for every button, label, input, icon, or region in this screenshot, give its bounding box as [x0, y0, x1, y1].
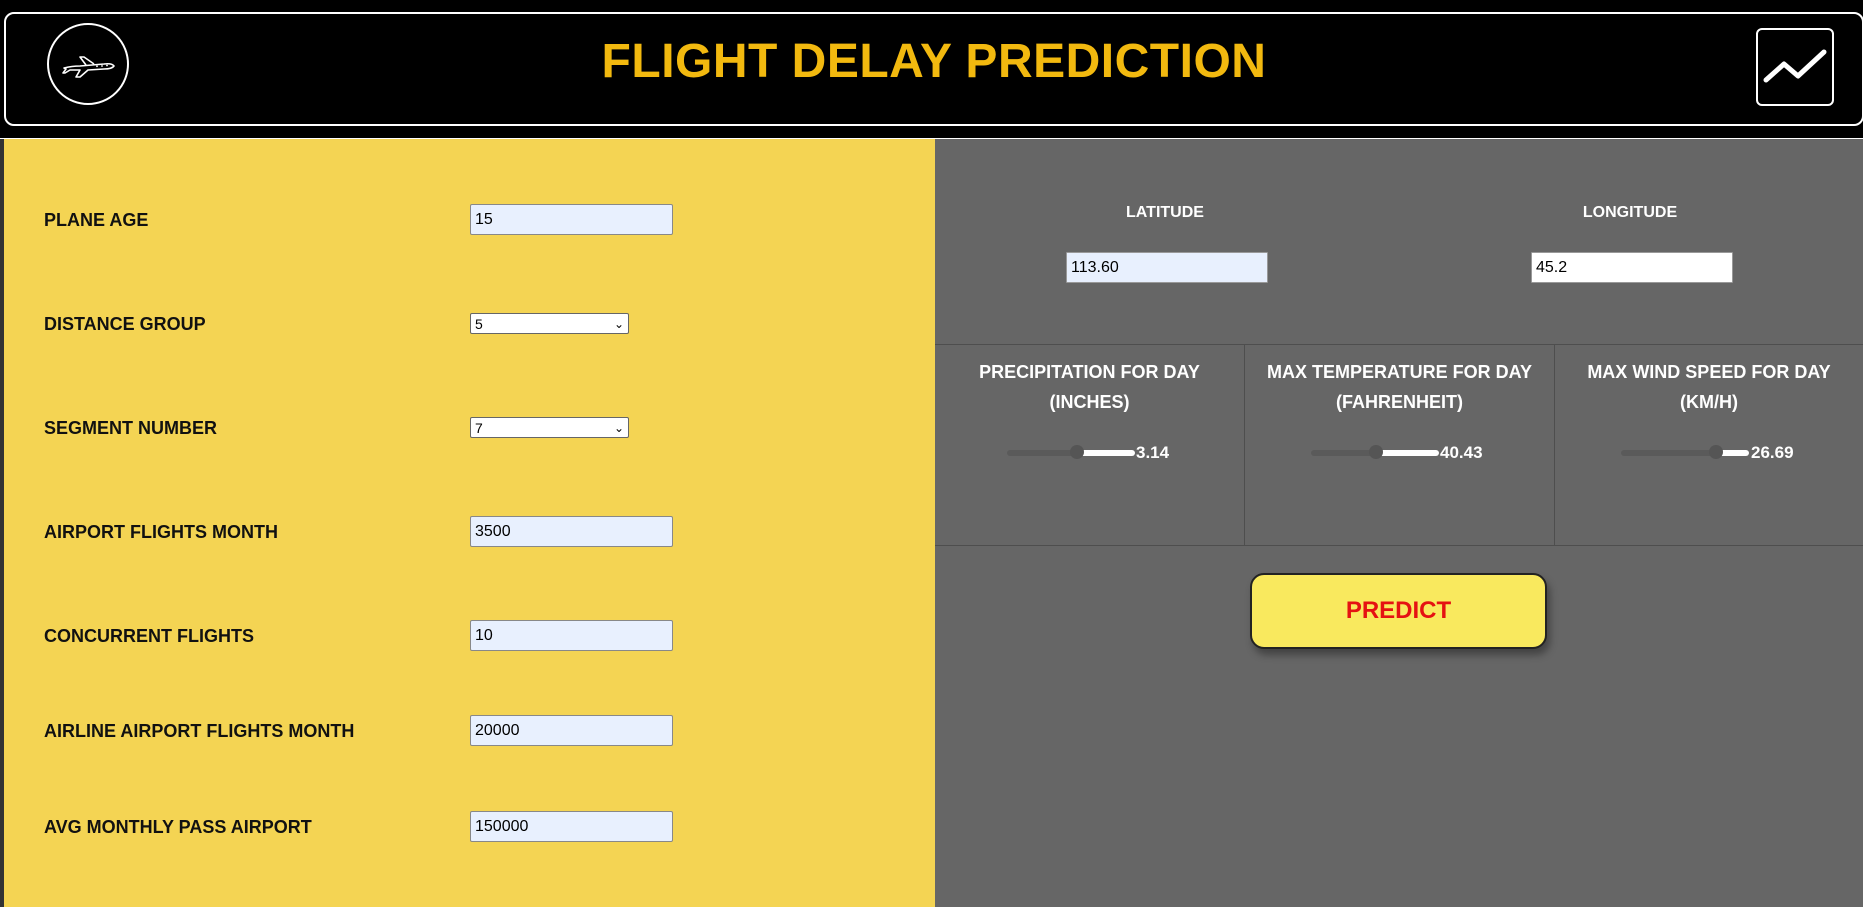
precipitation-title-line1: PRECIPITATION FOR DAY: [979, 362, 1200, 382]
flight-details-panel: PLANE AGE DISTANCE GROUP 5 ⌄ SEGMENT NUM…: [4, 139, 935, 907]
concurrent-flights-input[interactable]: [470, 620, 673, 651]
slider-fill: [1077, 450, 1135, 456]
precipitation-value: 3.14: [1136, 443, 1170, 462]
distance-group-select[interactable]: 5 ⌄: [470, 313, 629, 334]
max-wind-speed-title-line2: (KM/H): [1680, 392, 1738, 412]
distance-group-value: 5: [475, 315, 483, 332]
max-temperature-title: MAX TEMPERATURE FOR DAY (FAHRENHEIT): [1245, 357, 1554, 417]
conditions-panel: LATITUDE LONGITUDE PRECIPITATION FOR DAY…: [935, 139, 1863, 907]
latitude-input[interactable]: [1066, 252, 1268, 283]
precipitation-title: PRECIPITATION FOR DAY (INCHES): [935, 357, 1244, 417]
latitude-label: LATITUDE: [1126, 204, 1204, 221]
max-wind-speed-title-line1: MAX WIND SPEED FOR DAY: [1587, 362, 1831, 382]
slider-fill: [1376, 450, 1439, 456]
avg-monthly-pass-airport-label: AVG MONTHLY PASS AIRPORT: [44, 817, 312, 837]
distance-group-label: DISTANCE GROUP: [44, 314, 206, 334]
airline-airport-flights-month-input[interactable]: [470, 715, 673, 746]
concurrent-flights-label: CONCURRENT FLIGHTS: [44, 626, 254, 646]
precipitation-slider[interactable]: [1007, 445, 1135, 459]
weather-row: PRECIPITATION FOR DAY (INCHES) 3.14 MAX …: [935, 344, 1863, 546]
longitude-label: LONGITUDE: [1582, 204, 1678, 221]
longitude-input[interactable]: [1531, 252, 1733, 283]
segment-number-label: SEGMENT NUMBER: [44, 418, 218, 438]
slider-thumb[interactable]: [1708, 445, 1723, 459]
slider-thumb[interactable]: [1369, 445, 1384, 459]
max-temperature-cell: MAX TEMPERATURE FOR DAY (FAHRENHEIT) 40.…: [1244, 345, 1554, 545]
airline-airport-flights-month-label: AIRLINE AIRPORT FLIGHTS MONTH: [44, 721, 355, 741]
predict-button[interactable]: PREDICT: [1250, 573, 1547, 649]
max-temperature-value: 40.43: [1440, 443, 1483, 462]
max-wind-speed-title: MAX WIND SPEED FOR DAY (KM/H): [1555, 357, 1863, 417]
segment-number-select[interactable]: 7 ⌄: [470, 417, 629, 438]
max-temperature-title-line2: (FAHRENHEIT): [1336, 392, 1463, 412]
segment-number-value: 7: [475, 419, 483, 436]
precipitation-cell: PRECIPITATION FOR DAY (INCHES) 3.14: [935, 345, 1244, 545]
airport-flights-month-input[interactable]: [470, 516, 673, 547]
app-header: FLIGHT DELAY PREDICTION: [4, 12, 1863, 126]
max-wind-speed-slider[interactable]: [1621, 445, 1749, 459]
line-chart-icon[interactable]: [1756, 28, 1834, 106]
max-wind-speed-value: 26.69: [1751, 443, 1794, 462]
precipitation-title-line2: (INCHES): [1049, 392, 1130, 412]
max-wind-speed-cell: MAX WIND SPEED FOR DAY (KM/H) 26.69: [1554, 345, 1863, 545]
plane-age-label: PLANE AGE: [44, 210, 149, 230]
slider-thumb[interactable]: [1070, 445, 1085, 459]
airport-flights-month-label: AIRPORT FLIGHTS MONTH: [44, 522, 278, 542]
max-temperature-title-line1: MAX TEMPERATURE FOR DAY: [1266, 362, 1533, 382]
chevron-down-icon: ⌄: [613, 420, 624, 435]
max-temperature-slider[interactable]: [1311, 445, 1439, 459]
chevron-down-icon: ⌄: [613, 316, 624, 331]
avg-monthly-pass-airport-input[interactable]: [470, 811, 673, 842]
plane-age-input[interactable]: [470, 204, 673, 235]
page-title: FLIGHT DELAY PREDICTION: [601, 35, 1267, 88]
